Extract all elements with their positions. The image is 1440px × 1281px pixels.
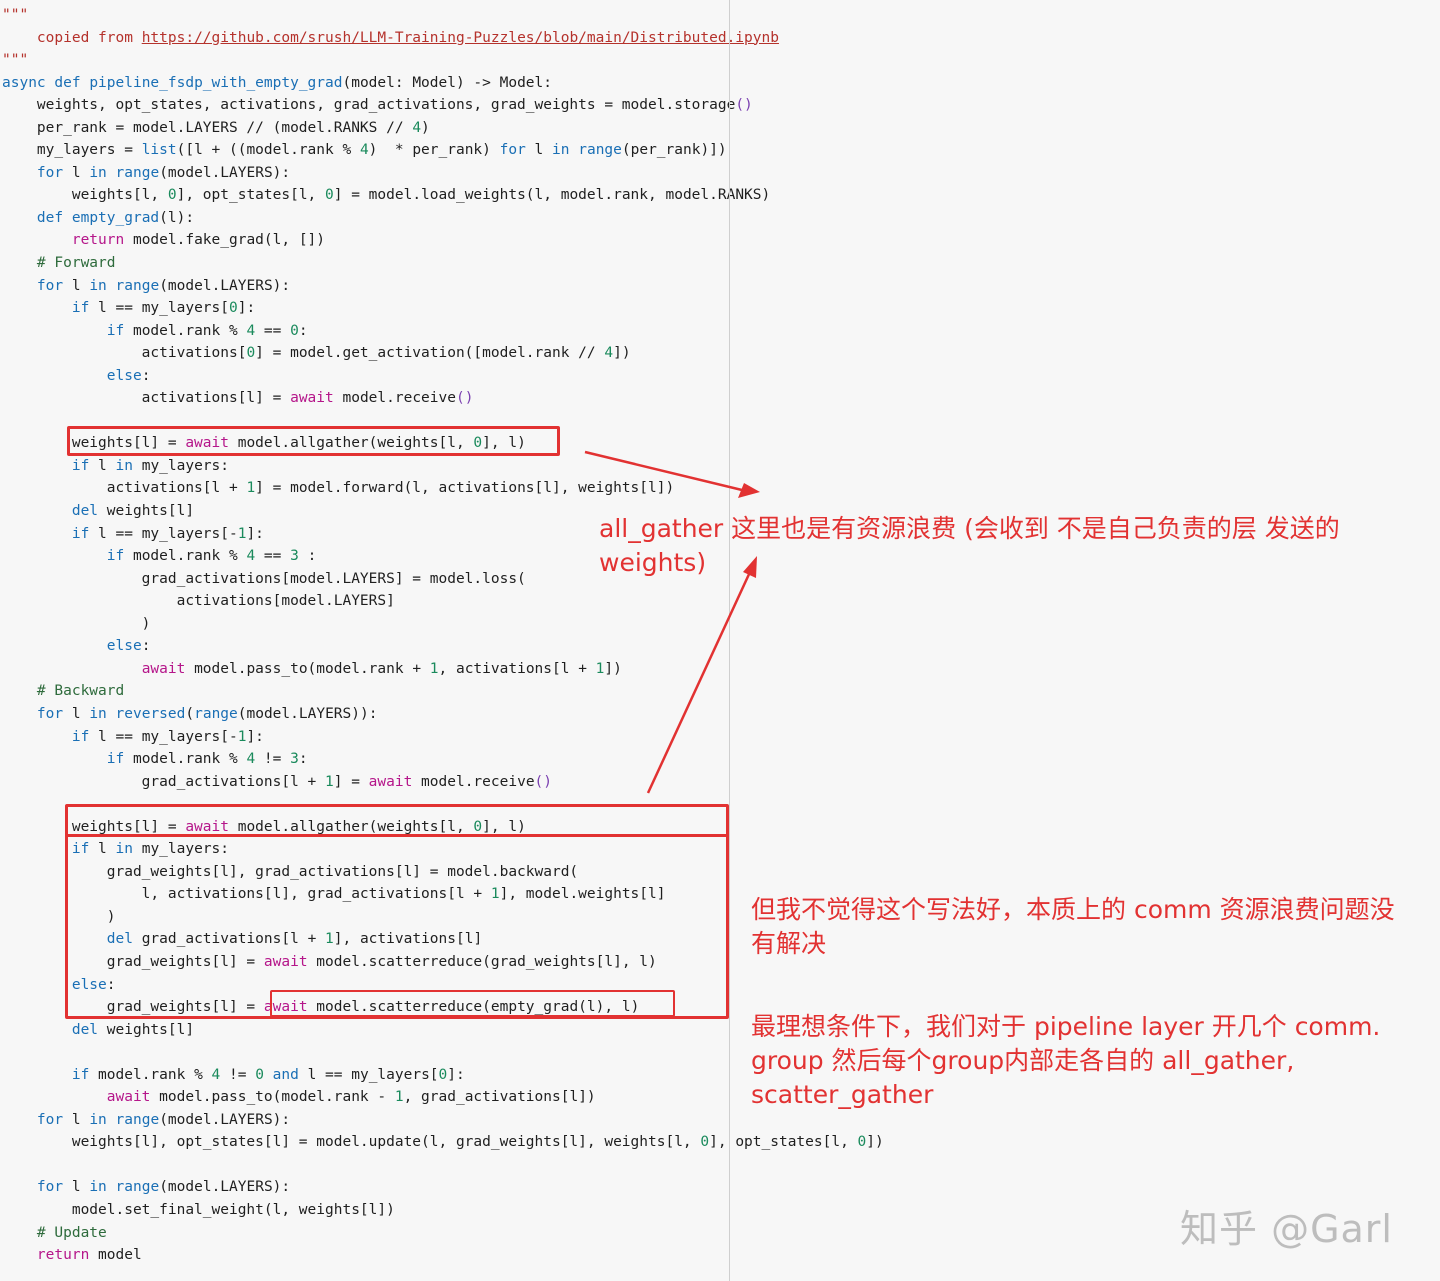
annotation-ideal-setup: 最理想条件下，我们对于 pipeline layer 开几个 comm. gro… [751,1010,1380,1112]
arrow-backward-line [646,571,752,794]
watermark: 知乎 @Garl [1180,1207,1393,1251]
annotation-allgather-waste: all_gather 这里也是有资源浪费 (会收到 不是自己负责的层 发送的 w… [599,512,1340,580]
annotation-allgather-line1: all_gather 这里也是有资源浪费 (会收到 不是自己负责的层 发送的 [599,514,1340,543]
annotation-style-line2: 有解决 [751,929,827,958]
arrow-forward-line [584,450,743,492]
annotation-style-opinion: 但我不觉得这个写法好，本质上的 comm 资源浪费问题没 有解决 [751,893,1395,961]
annotation-style-line1: 但我不觉得这个写法好，本质上的 comm 资源浪费问题没 [751,895,1395,924]
annotation-ideal-line3: scatter_gather [751,1080,934,1109]
annotation-allgather-line2: weights) [599,548,707,577]
annotation-ideal-line2: group 然后每个group内部走各自的 all_gather, [751,1046,1295,1075]
arrow-forward-head [738,483,760,498]
annotation-ideal-line1: 最理想条件下，我们对于 pipeline layer 开几个 comm. [751,1012,1381,1041]
